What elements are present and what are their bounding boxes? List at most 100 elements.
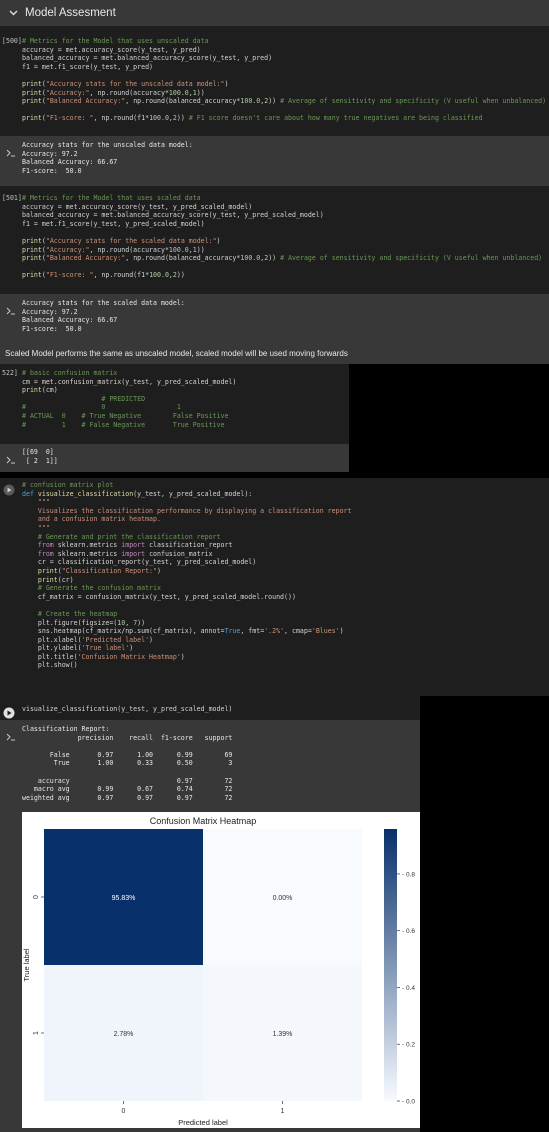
code-token: , cmap=	[284, 627, 312, 636]
code-cell-522[interactable]: 522] # basic confusion matrix cm = met.co…	[0, 364, 349, 444]
code-token: 'Predicted label'	[81, 635, 150, 644]
output-line: Classification Report:	[22, 725, 110, 733]
colorbar-tick-label: - 0.6	[402, 928, 415, 935]
output-toggle-icon[interactable]	[6, 449, 16, 464]
code-editor[interactable]: visualize_classification(y_test, y_pred_…	[22, 705, 232, 714]
code-token: print	[22, 88, 42, 97]
code-token: , np.round(f1*	[93, 114, 150, 123]
code-token: sklearn.metrics	[57, 549, 122, 558]
code-line: balanced_accuracy = met.balanced_accurac…	[22, 54, 546, 63]
code-line: # Generate the confusion matrix	[22, 584, 352, 593]
output-line: F1-score: 50.0	[22, 324, 82, 333]
code-token: print	[22, 79, 42, 88]
code-token: # Metrics for the Model that uses scaled…	[22, 194, 201, 202]
output-line: Accuracy: 97.2	[22, 307, 78, 316]
code-token: 'Blues'	[311, 627, 340, 636]
code-cell-500[interactable]: [500] # Metrics for the Model that uses …	[0, 33, 549, 135]
code-token: def	[22, 489, 38, 498]
code-line: plt.figure(figsize=(10, 7))	[22, 619, 352, 628]
code-line: plt.xlabel('Predicted label')	[22, 636, 352, 645]
code-token: balanced_accuracy = met.balanced_accurac…	[22, 211, 324, 220]
code-token: accuracy = met.accuracy_score(y_test, y_…	[22, 45, 201, 54]
code-token: ))	[196, 245, 205, 254]
code-line: and a confusion matrix heatmap.	[22, 515, 352, 524]
output-text: Accuracy stats for the unscaled data mod…	[22, 141, 193, 175]
code-token: # Create the heatmap	[22, 609, 118, 618]
code-line: plt.ylabel('True label')	[22, 644, 352, 653]
run-cell-icon[interactable]	[3, 481, 15, 500]
code-token: '.2%'	[264, 627, 285, 636]
code-editor[interactable]: # confusion matrix plot def visualize_cla…	[22, 481, 352, 670]
code-line: def visualize_classification(y_test, y_p…	[22, 490, 352, 499]
code-token: print	[22, 254, 42, 263]
code-token: # Generate and print the classification …	[22, 532, 221, 541]
y-axis-label: True label	[22, 948, 31, 981]
code-token: 100.0	[168, 88, 189, 97]
output-line: Accuracy stats for the scaled data model…	[22, 299, 185, 307]
code-line: # 1 # False Negative True Positive	[22, 421, 236, 430]
code-line: # ACTUAL 0 # True Negative False Positiv…	[22, 412, 236, 421]
code-token: import	[121, 549, 150, 558]
code-line: print("Accuracy stats for the unscaled d…	[22, 80, 546, 89]
code-cell-visualize-def[interactable]: # confusion matrix plot def visualize_cla…	[0, 478, 549, 696]
code-token: True	[224, 627, 241, 636]
output-toggle-icon[interactable]	[6, 300, 16, 315]
code-line: from sklearn.metrics import confusion_ma…	[22, 550, 352, 559]
code-token: )	[157, 566, 161, 575]
code-editor[interactable]: # Metrics for the Model that uses scaled…	[22, 194, 542, 280]
code-token: , np.round(f1*	[93, 271, 150, 280]
cell-prompt: [501]	[2, 194, 22, 202]
code-cell-run[interactable]: visualize_classification(y_test, y_pred_…	[0, 700, 420, 720]
code-token: "Balanced Accuracy:"	[45, 254, 126, 263]
chevron-down-icon[interactable]	[6, 6, 20, 20]
code-line: # Metrics for the Model that uses unscal…	[22, 37, 546, 46]
code-token: plt.xlabel(	[22, 635, 82, 644]
code-editor[interactable]: # Metrics for the Model that uses unscal…	[22, 37, 546, 123]
x-tick-label: 1	[281, 1108, 285, 1115]
output-toggle-icon[interactable]	[6, 726, 16, 741]
output-toggle-icon[interactable]	[6, 142, 16, 157]
code-line: Visualizes the classification performanc…	[22, 507, 352, 516]
code-line: """	[22, 524, 352, 533]
section-title: Model Assesment	[25, 7, 116, 19]
code-token: plt.figure(figsize=(	[22, 618, 118, 627]
section-header[interactable]: Model Assesment	[0, 0, 549, 26]
code-line: accuracy = met.accuracy_score(y_test, y_…	[22, 203, 542, 212]
code-line: sns.heatmap(cf_matrix/np.sum(cf_matrix),…	[22, 627, 352, 636]
code-token: 100.0	[149, 271, 169, 280]
code-line: """	[22, 498, 352, 507]
code-token: # 1 # False Negative True Positive	[22, 420, 225, 429]
output-line: weighted avg 0.97 0.97 0.97 72	[22, 793, 233, 802]
code-token: sns.heatmap(cf_matrix/np.sum(cf_matrix),…	[22, 627, 225, 636]
code-line: accuracy = met.accuracy_score(y_test, y_…	[22, 46, 546, 55]
code-token: visualize_classification	[37, 489, 134, 498]
code-token: # Generate the confusion matrix	[22, 584, 161, 593]
code-editor[interactable]: # basic confusion matrix cm = met.confusi…	[22, 369, 236, 429]
code-token: # basic confusion matrix	[22, 369, 118, 377]
code-token: ))	[196, 88, 205, 97]
code-token: ))	[268, 97, 277, 106]
output-cell-501: Accuracy stats for the scaled data model…	[0, 294, 549, 342]
code-token: # 0 1	[22, 403, 181, 412]
code-token: # Average of sensitivity and specificity…	[276, 97, 547, 106]
x-axis-label: Predicted label	[178, 1118, 228, 1127]
code-token: , fmt=	[240, 627, 265, 636]
code-line: print(cm)	[22, 386, 236, 395]
code-token: print	[22, 97, 42, 106]
code-line: f1 = met.f1_score(y_test, y_pred)	[22, 63, 546, 72]
code-token: )	[339, 627, 344, 636]
markdown-cell[interactable]: Scaled Model performs the same as unscal…	[0, 342, 549, 364]
code-line: print("Classification Report:")	[22, 567, 352, 576]
code-token: from	[22, 549, 58, 558]
colorbar-tick-label: - 0.8	[402, 871, 415, 878]
code-token: sklearn.metrics	[57, 541, 122, 550]
code-token: f1 = met.f1_score(y_test, y_pred)	[22, 62, 154, 71]
code-cell-501[interactable]: [501] # Metrics for the Model that uses …	[0, 190, 549, 292]
output-line: Balanced Accuracy: 66.67	[22, 158, 118, 167]
code-token: import	[121, 541, 150, 550]
code-token: accuracy = met.accuracy_score(y_test, y_…	[22, 202, 253, 211]
code-token: ))	[268, 254, 277, 263]
